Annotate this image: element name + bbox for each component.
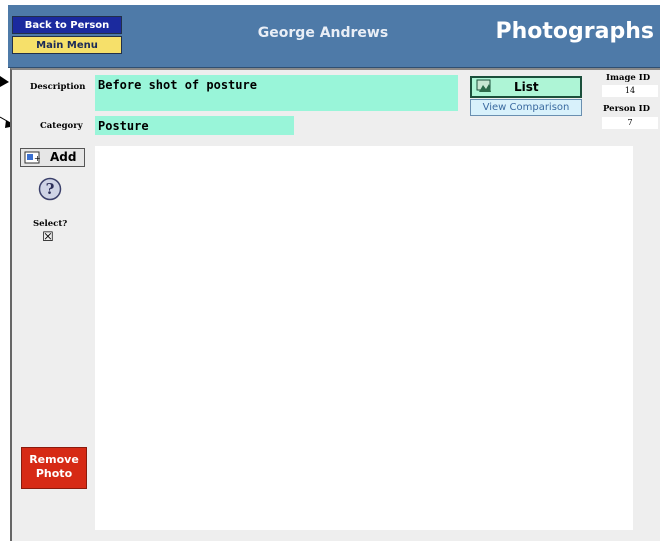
select-label: Select?	[33, 219, 68, 229]
select-checkbox[interactable]: ☒	[42, 231, 54, 244]
help-icon[interactable]: ?	[38, 177, 62, 201]
description-value: Before shot of posture	[98, 78, 257, 92]
header-bar: Back to Person Main Menu George Andrews …	[8, 5, 660, 68]
image-id-label: Image ID	[606, 73, 651, 83]
description-label: Description	[30, 82, 86, 92]
page-title: Photographs	[495, 19, 654, 44]
add-label: Add	[50, 150, 77, 164]
view-comparison-button[interactable]: View Comparison	[470, 99, 582, 116]
person-name: George Andrews	[257, 25, 389, 41]
svg-text:+: +	[34, 154, 41, 163]
main-menu-button[interactable]: Main Menu	[12, 36, 122, 54]
add-photo-button[interactable]: + Add	[20, 148, 85, 167]
category-label: Category	[40, 121, 83, 131]
list-label: List	[514, 80, 539, 94]
add-photo-icon: +	[24, 151, 41, 164]
person-id-value: 7	[602, 117, 658, 129]
list-hand-icon	[476, 79, 491, 92]
remove-photo-button[interactable]: Remove Photo	[21, 447, 87, 489]
arrow-head-description	[0, 76, 9, 87]
category-value: Posture	[98, 119, 149, 133]
image-id-value: 14	[602, 85, 658, 97]
person-id-label: Person ID	[603, 104, 650, 114]
back-to-person-button[interactable]: Back to Person	[12, 16, 122, 34]
svg-text:?: ?	[46, 180, 55, 198]
remove-label-line2: Photo	[35, 467, 73, 480]
list-button[interactable]: List	[470, 76, 582, 98]
photo-display-area	[95, 146, 633, 530]
remove-label-line1: Remove	[29, 453, 79, 466]
